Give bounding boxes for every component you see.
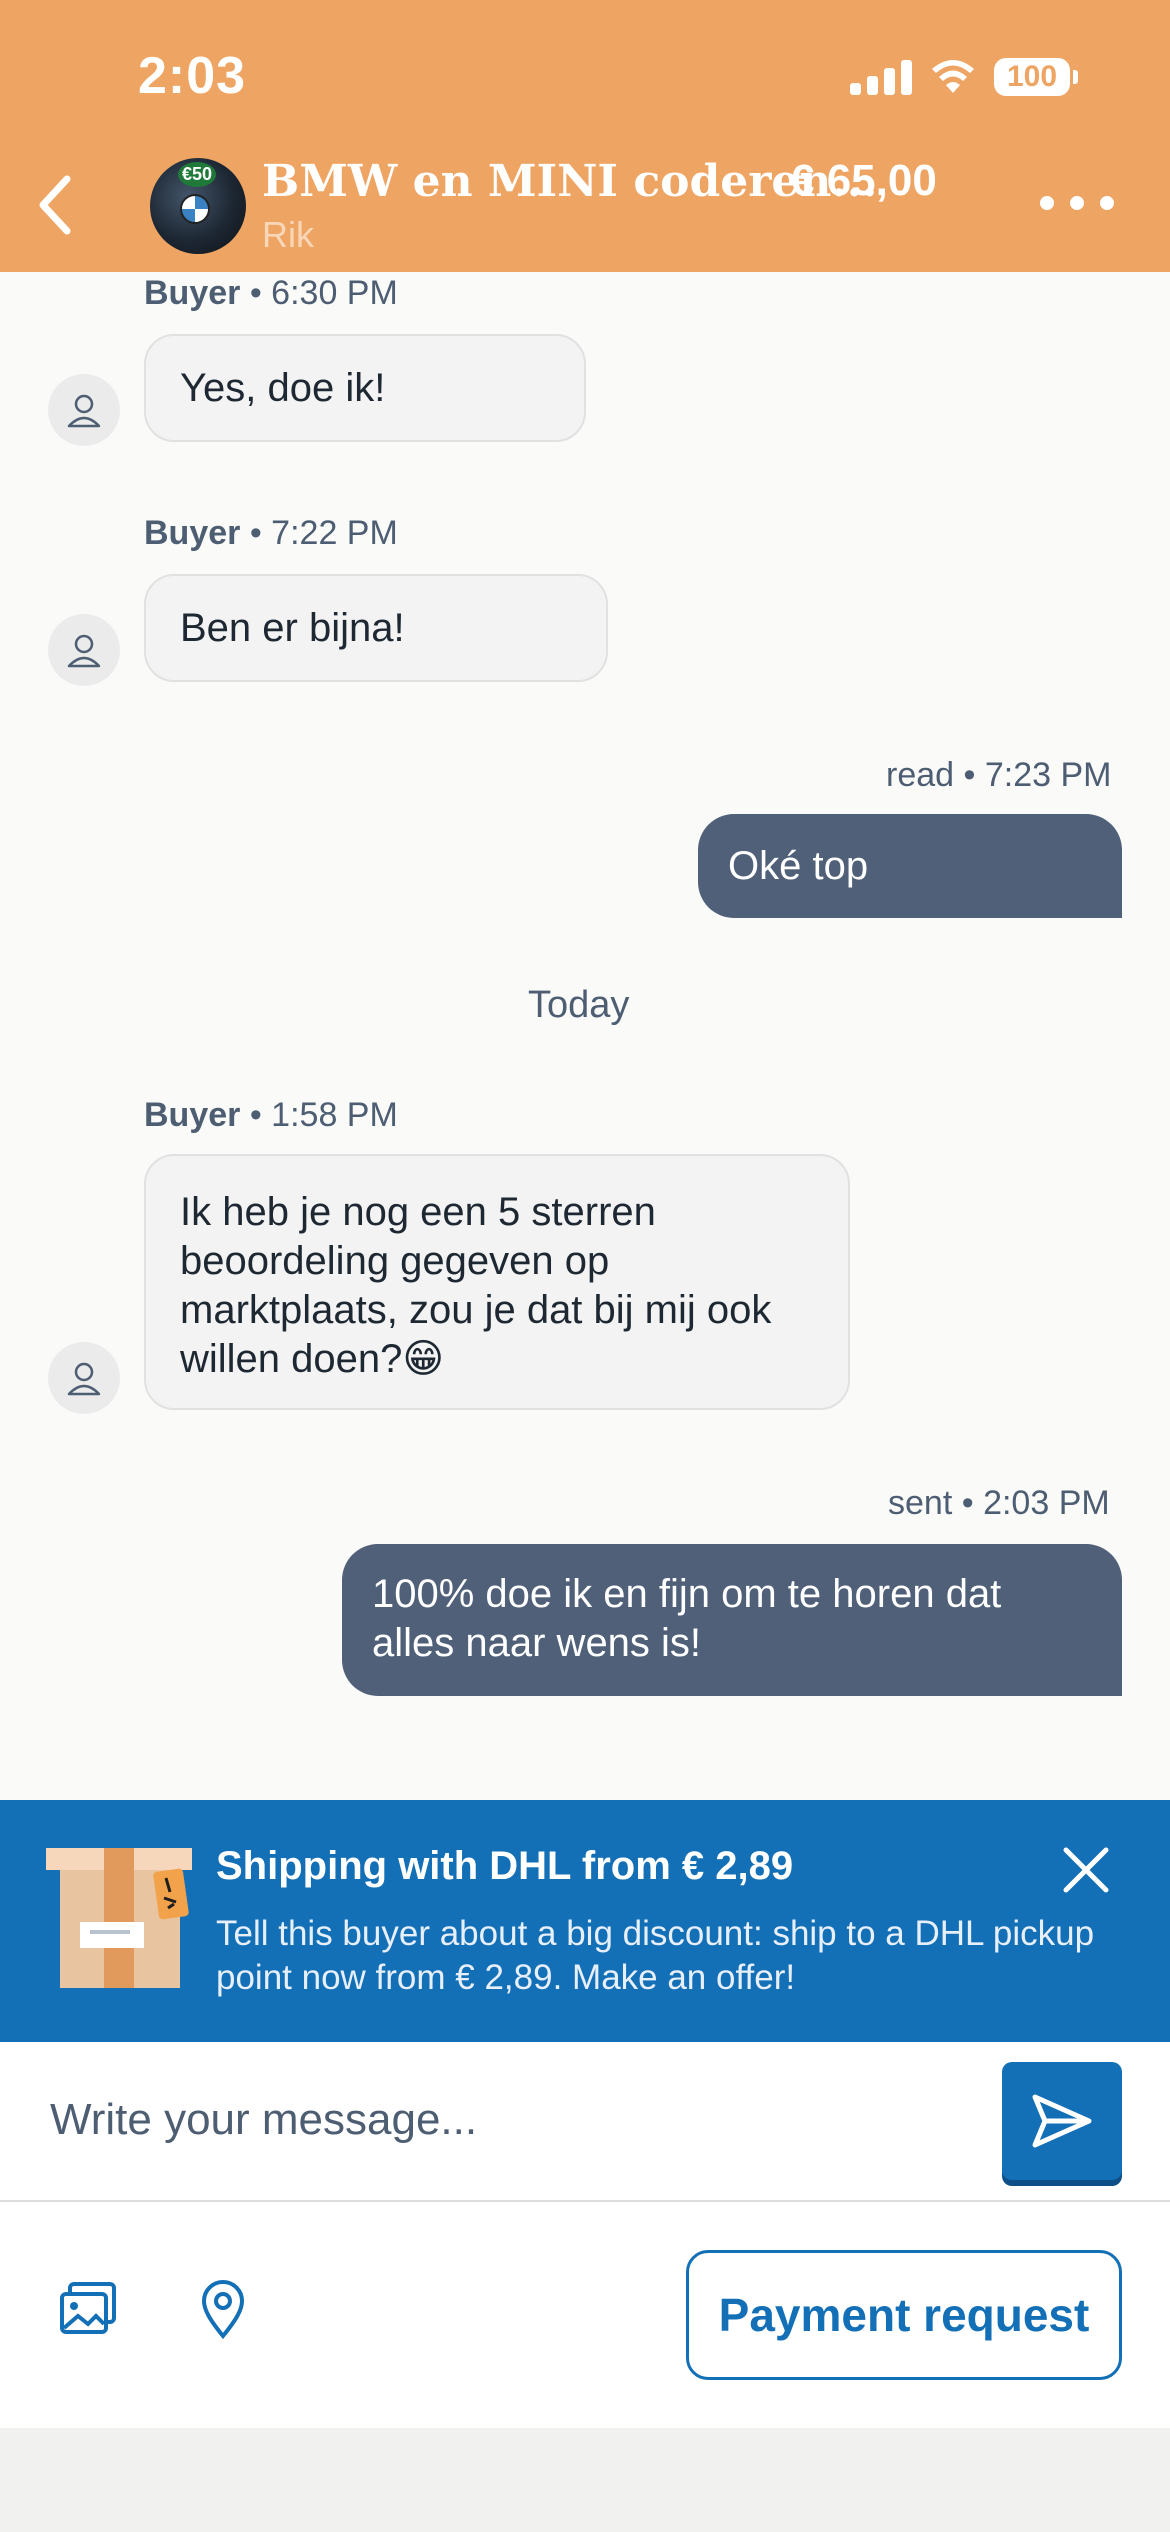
buyer-avatar bbox=[48, 1342, 120, 1414]
status-time: 2:03 bbox=[138, 47, 247, 105]
sender-label: Buyer bbox=[144, 1096, 241, 1134]
parcel-icon bbox=[46, 1848, 192, 1988]
message-line: alles naar wens is! bbox=[372, 1621, 702, 1665]
user-icon bbox=[67, 1362, 101, 1396]
share-location-button[interactable] bbox=[200, 2280, 246, 2345]
message-line: willen doen?😁 bbox=[180, 1337, 445, 1381]
message-time: • 6:30 PM bbox=[249, 274, 398, 312]
back-icon bbox=[39, 175, 71, 235]
message-meta: read • 7:23 PM bbox=[886, 756, 1112, 795]
attach-image-button[interactable] bbox=[58, 2280, 118, 2341]
promo-text-line: Tell this buyer about a big discount: sh… bbox=[216, 1914, 1095, 1953]
message-meta: sent • 2:03 PM bbox=[888, 1484, 1110, 1523]
buyer-avatar bbox=[48, 374, 120, 446]
message-meta: Buyer • 7:22 PM bbox=[144, 514, 398, 553]
more-button[interactable] bbox=[1040, 196, 1114, 210]
message-bubble-outgoing[interactable]: Oké top bbox=[698, 814, 1122, 918]
seller-name: Rik bbox=[262, 214, 314, 255]
payment-request-button[interactable]: Payment request bbox=[686, 2250, 1122, 2380]
image-icon bbox=[60, 2282, 116, 2334]
message-time: • 1:58 PM bbox=[249, 1096, 398, 1134]
sender-label: Buyer bbox=[144, 274, 241, 312]
message-text: Oké top bbox=[728, 844, 869, 888]
message-time: • 7:22 PM bbox=[249, 514, 398, 552]
user-icon bbox=[67, 394, 101, 428]
message-line: Ik heb je nog een 5 sterren bbox=[180, 1190, 656, 1234]
message-line: 100% doe ik en fijn om te horen dat bbox=[372, 1572, 1002, 1616]
message-time: • 2:03 PM bbox=[961, 1484, 1110, 1522]
listing-title[interactable]: BMW en MINI coderen... bbox=[262, 156, 877, 207]
location-icon bbox=[201, 2280, 245, 2340]
promo-text-line: point now from € 2,89. Make an offer! bbox=[216, 1958, 796, 1997]
more-icon-dot bbox=[1040, 196, 1054, 210]
promo-close-button[interactable] bbox=[1058, 1842, 1114, 1898]
bmw-logo bbox=[180, 194, 210, 224]
message-time: • 7:23 PM bbox=[963, 756, 1112, 794]
sender-label: Buyer bbox=[144, 514, 241, 552]
message-line: beoordeling gegeven op bbox=[180, 1239, 610, 1283]
battery-indicator: 100 bbox=[994, 58, 1078, 96]
message-bubble-incoming[interactable]: Ben er bijna! bbox=[144, 574, 608, 682]
more-icon-dot bbox=[1070, 196, 1084, 210]
message-text: Ben er bijna! bbox=[180, 606, 405, 650]
buyer-avatar bbox=[48, 614, 120, 686]
message-input[interactable] bbox=[48, 2094, 952, 2146]
message-status: read bbox=[886, 756, 955, 794]
bottom-safe-area bbox=[0, 2428, 1170, 2532]
listing-thumbnail[interactable]: €50 bbox=[150, 158, 246, 254]
signal-icon bbox=[850, 59, 912, 95]
message-meta: Buyer • 1:58 PM bbox=[144, 1096, 398, 1135]
message-meta: Buyer • 6:30 PM bbox=[144, 274, 398, 313]
more-icon-dot bbox=[1100, 196, 1114, 210]
day-separator: Today bbox=[528, 984, 630, 1026]
promo-title: Shipping with DHL from € 2,89 bbox=[216, 1844, 794, 1888]
message-bubble-incoming[interactable]: Ik heb je nog een 5 sterren beoordeling … bbox=[144, 1154, 850, 1410]
send-icon bbox=[1032, 2094, 1092, 2148]
back-button[interactable] bbox=[20, 170, 90, 240]
message-status: sent bbox=[888, 1484, 953, 1522]
user-icon bbox=[67, 634, 101, 668]
send-button[interactable] bbox=[1002, 2062, 1122, 2180]
status-icons: 100 bbox=[850, 54, 1078, 100]
listing-badge: €50 bbox=[178, 162, 217, 187]
close-icon bbox=[1063, 1847, 1109, 1893]
listing-price: € 65,00 bbox=[790, 156, 937, 205]
promo-text: Tell this buyer about a big discount: sh… bbox=[216, 1912, 1136, 2000]
message-line: marktplaats, zou je dat bij mij ook bbox=[180, 1288, 772, 1332]
message-bubble-incoming[interactable]: Yes, doe ik! bbox=[144, 334, 586, 442]
message-text: Yes, doe ik! bbox=[180, 366, 386, 410]
wifi-icon bbox=[932, 60, 974, 93]
message-bubble-outgoing[interactable]: 100% doe ik en fijn om te horen dat alle… bbox=[342, 1544, 1122, 1696]
